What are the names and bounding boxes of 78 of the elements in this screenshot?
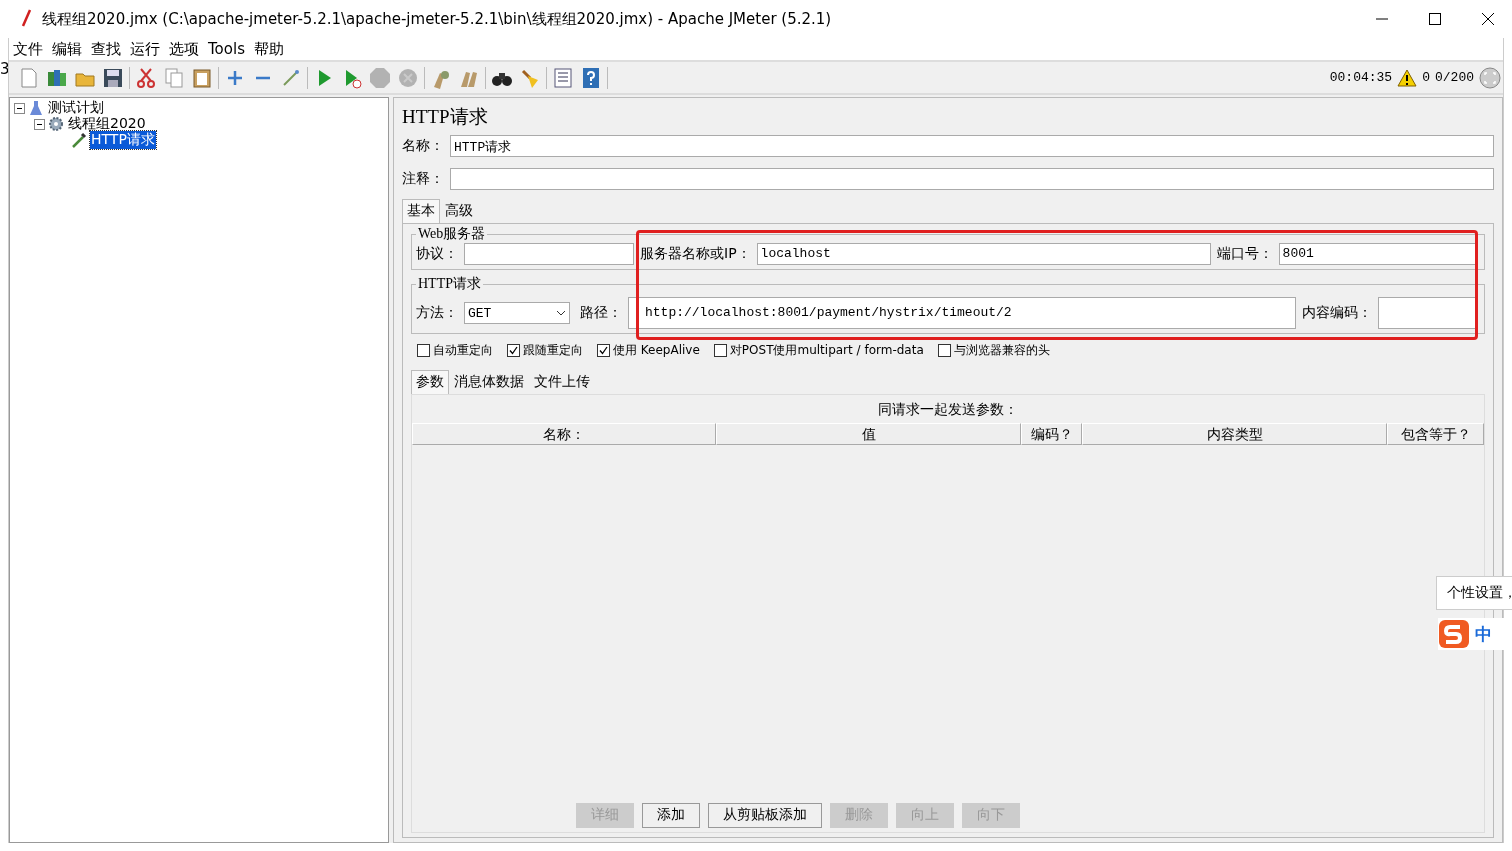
field-label: 方法：: [416, 304, 458, 322]
window-title: 线程组2020.jmx (C:\apache-jmeter-5.2.1\apache-jmeter-5.2.1\bin\线程组2020.jmx) - Apache JMeter (5.2.1): [42, 9, 832, 29]
name-field[interactable]: HTTP请求: [450, 135, 1494, 157]
background-text: 3: [0, 60, 10, 78]
column-header: 内容类型: [1082, 423, 1387, 445]
checkbox[interactable]: [937, 343, 951, 357]
checkbox-label: 与浏览器兼容的头: [953, 341, 1050, 359]
checkbox[interactable]: [713, 343, 727, 357]
server-field[interactable]: localhost: [756, 243, 1211, 265]
field-label: 内容编码：: [1302, 304, 1372, 322]
path-field[interactable]: http://localhost:8001/payment/hystrix/timeout/2: [628, 297, 1296, 329]
checkbox-label: 对POST使用multipart / form-data: [729, 341, 924, 359]
encoding-field[interactable]: [1378, 297, 1478, 329]
menu-item[interactable]: 编辑: [52, 39, 82, 59]
expand-icon[interactable]: [1479, 66, 1501, 89]
tab[interactable]: 高级: [440, 199, 478, 223]
tree-item[interactable]: 测试计划: [47, 99, 105, 117]
port-field[interactable]: 8001: [1278, 243, 1478, 265]
tab[interactable]: 参数: [411, 370, 449, 394]
column-header: 编码？: [1021, 423, 1082, 445]
action-button[interactable]: 添加: [642, 802, 700, 828]
maximize-icon[interactable]: [1429, 13, 1441, 25]
field-label: 端口号：: [1216, 245, 1273, 263]
help-icon[interactable]: [580, 66, 602, 89]
tab[interactable]: 消息体数据: [449, 370, 529, 394]
tab[interactable]: 文件上传: [529, 370, 595, 394]
feather-icon: [20, 9, 32, 29]
checkbox-label: 跟随重定向: [523, 341, 583, 359]
flask-icon: [28, 100, 44, 116]
checkbox-label: 使用 KeepAlive: [613, 341, 700, 359]
collapse-icon[interactable]: [14, 102, 25, 114]
comment-field[interactable]: [450, 168, 1494, 190]
warning-icon: [1397, 68, 1418, 87]
tree-item[interactable]: 线程组2020: [67, 115, 147, 133]
menu-item[interactable]: Tools: [208, 40, 245, 58]
checkbox-label: 自动重定向: [433, 341, 493, 359]
ime-tooltip: 个性设置，: [1436, 576, 1512, 610]
clipboard-icon[interactable]: [191, 66, 213, 89]
save-icon[interactable]: [102, 66, 124, 89]
scissors-icon[interactable]: [135, 66, 157, 89]
menu-item[interactable]: 查找: [91, 39, 121, 59]
elapsed-time: 00:04:35: [1329, 70, 1393, 85]
menu-item[interactable]: 运行: [130, 39, 160, 59]
group-title: HTTP请求: [416, 275, 483, 293]
warning-count: 0: [1422, 70, 1430, 85]
column-header: 值: [716, 423, 1021, 445]
field-label: 服务器名称或IP：: [640, 245, 751, 263]
group-title: Web服务器: [416, 225, 488, 243]
method-dropdown[interactable]: GET: [464, 302, 570, 324]
copy-icon[interactable]: [163, 66, 185, 89]
checked-checkbox[interactable]: [507, 343, 520, 357]
field-label: 名称：: [402, 137, 444, 155]
menu-item[interactable]: 文件: [13, 39, 43, 59]
gear-icon: [48, 116, 64, 132]
checked-checkbox[interactable]: [597, 343, 610, 357]
tab[interactable]: 基本: [402, 199, 440, 223]
input-mode[interactable]: 中: [1475, 622, 1492, 646]
field-label: 路径：: [580, 304, 622, 322]
menu-item[interactable]: 选项: [169, 39, 199, 59]
list-icon[interactable]: [552, 66, 574, 89]
table-caption: 同请求一起发送参数：: [877, 400, 1019, 419]
pipette-icon: [71, 132, 87, 148]
field-label: 注释：: [402, 170, 444, 188]
thread-count: 0/200: [1435, 70, 1474, 85]
ime-logo-icon[interactable]: [1438, 619, 1470, 649]
field-label: 协议：: [416, 245, 458, 263]
panel-title: HTTP请求: [402, 105, 489, 129]
close-icon[interactable]: [1482, 13, 1494, 25]
dropdown-value: GET: [468, 305, 492, 321]
checkbox[interactable]: [417, 343, 430, 357]
menu-item[interactable]: 帮助: [253, 39, 284, 59]
action-button[interactable]: 从剪贴板添加: [708, 802, 822, 828]
column-header: 名称：: [412, 423, 716, 445]
tree-item[interactable]: HTTP请求: [90, 131, 156, 149]
collapse-icon[interactable]: [34, 118, 45, 130]
column-header: 包含等于？: [1387, 423, 1484, 445]
chevron-down-icon: [556, 310, 566, 316]
protocol-field[interactable]: [464, 243, 634, 265]
